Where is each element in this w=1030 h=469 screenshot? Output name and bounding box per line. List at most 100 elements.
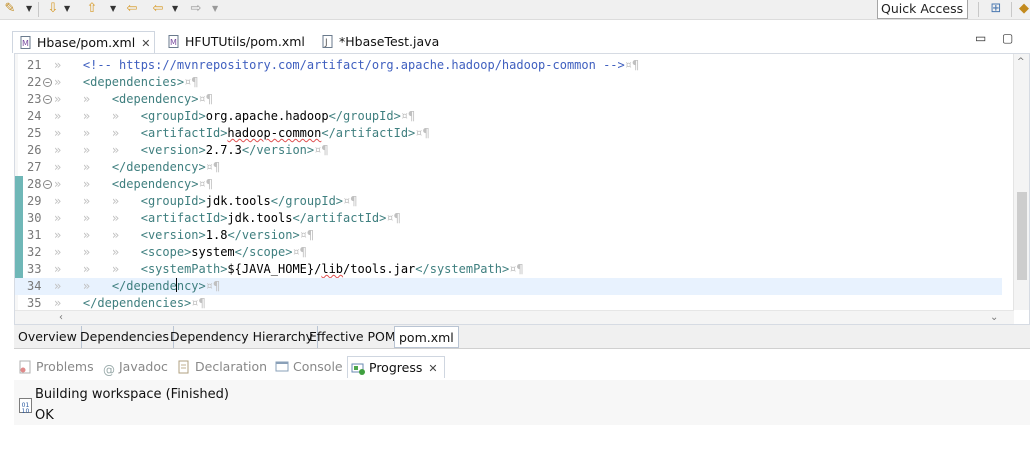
toolbar-separator xyxy=(978,2,979,17)
close-icon[interactable]: ✕ xyxy=(141,33,150,54)
whitespace-tab-marker: » xyxy=(54,279,83,293)
next-annotation-icon[interactable]: ⇩ xyxy=(45,1,61,17)
code-line[interactable]: 27 » » </dependency>¤¶ xyxy=(15,159,1002,176)
whitespace-tab-marker: » xyxy=(54,58,83,72)
scroll-thumb[interactable] xyxy=(1017,192,1027,280)
code-line[interactable]: 34 » » </dependency>¤¶ xyxy=(15,278,1002,295)
line-end-marker: ¤¶ xyxy=(400,109,416,123)
maximize-icon[interactable]: ▢ xyxy=(1002,31,1013,45)
editor-tab-bar: M Hbase/pom.xml ✕ M HFUTUtils/pom.xml J *… xyxy=(12,31,1030,53)
forward-icon[interactable]: ⇨ xyxy=(188,1,204,17)
whitespace-tab-marker: » xyxy=(82,262,112,276)
fold-toggle-icon[interactable]: − xyxy=(43,95,52,104)
back-icon[interactable]: ⇦ xyxy=(150,1,166,17)
previous-annotation-icon[interactable]: ⇧ xyxy=(84,1,100,17)
tab-hbasetest-java[interactable]: J *HbaseTest.java xyxy=(320,31,439,53)
code-line[interactable]: 33 » » » <systemPath>${JAVA_HOME}/lib/too… xyxy=(15,261,1002,278)
line-number: 24 xyxy=(27,109,42,123)
line-number: 30 xyxy=(27,211,42,225)
whitespace-tab-marker: » xyxy=(54,160,83,174)
whitespace-tab-marker: » xyxy=(54,177,83,191)
tab-console[interactable]: Console xyxy=(275,356,343,378)
line-code: » » </dependency>¤¶ xyxy=(54,278,220,295)
tab-effective-pom[interactable]: Effective POM xyxy=(305,326,401,348)
tab-overview[interactable]: Overview xyxy=(14,326,82,348)
vertical-scrollbar[interactable]: ^ xyxy=(1013,54,1029,310)
code-line[interactable]: 29 » » » <groupId>jdk.tools</groupId>¤¶ xyxy=(15,193,1002,210)
code-area[interactable]: 21 » <!-- https://mvnrepository.com/artif… xyxy=(15,57,1002,312)
minimize-icon[interactable]: ▭ xyxy=(975,31,986,45)
javadoc-icon: @ xyxy=(103,363,115,377)
code-line[interactable]: 22−» <dependencies>¤¶ xyxy=(15,74,1002,91)
tab-dependency-hierarchy[interactable]: Dependency Hierarchy xyxy=(166,326,319,348)
chevron-down-icon[interactable]: ▼ xyxy=(110,2,116,16)
code-line[interactable]: 32 » » » <scope>system</scope>¤¶ xyxy=(15,244,1002,261)
xml-file-icon: M xyxy=(168,33,180,48)
build-task-icon: 01 10 xyxy=(19,398,32,415)
xml-text: 2.7.3 xyxy=(205,143,242,157)
tab-dependencies[interactable]: Dependencies xyxy=(76,326,174,348)
chevron-down-icon[interactable]: ▼ xyxy=(212,2,218,16)
line-number: 21 xyxy=(27,58,42,72)
tab-hfututils-pom[interactable]: M HFUTUtils/pom.xml xyxy=(164,31,305,53)
line-number: 26 xyxy=(27,143,42,157)
chevron-down-icon[interactable]: ▼ xyxy=(26,2,32,16)
line-code: » » » <systemPath>${JAVA_HOME}/lib/tools… xyxy=(54,261,524,278)
tab-hbase-pom[interactable]: M Hbase/pom.xml ✕ xyxy=(12,31,155,53)
whitespace-tab-marker: » xyxy=(82,211,112,225)
chevron-down-icon[interactable]: ▼ xyxy=(64,2,70,16)
progress-view: 01 10 Building workspace (Finished) OK xyxy=(14,380,1030,425)
line-end-marker: ¤¶ xyxy=(386,211,401,225)
line-end-marker: ¤¶ xyxy=(292,245,307,259)
xml-tag: <dependencies> xyxy=(82,75,185,89)
line-end-marker: ¤¶ xyxy=(198,177,213,191)
last-edit-location-icon[interactable]: ⇦ xyxy=(124,1,140,17)
line-number: 28 xyxy=(27,177,42,191)
line-code: » » </dependency>¤¶ xyxy=(54,159,220,176)
line-end-marker: ¤¶ xyxy=(184,75,199,89)
line-code: » » » <version>2.7.3</version>¤¶ xyxy=(54,142,329,159)
fold-toggle-icon[interactable]: − xyxy=(43,180,52,189)
code-line[interactable]: 25 » » » <artifactId>hadoop-common</artif… xyxy=(15,125,1002,142)
tab-pom-xml[interactable]: pom.xml xyxy=(394,326,459,348)
chevron-down-icon[interactable]: ▼ xyxy=(172,2,178,16)
open-perspective-icon[interactable]: ⊞ xyxy=(988,1,1004,17)
scroll-right-icon[interactable]: ⌄ xyxy=(990,311,998,324)
tab-declaration[interactable]: Declaration xyxy=(177,356,267,378)
code-line[interactable]: 24 » » » <groupId>org.apache.hadoop</grou… xyxy=(15,108,1002,125)
scroll-up-icon[interactable]: ^ xyxy=(1017,57,1025,67)
quick-access-input[interactable]: Quick Access xyxy=(877,0,968,19)
code-line[interactable]: 21 » <!-- https://mvnrepository.com/artif… xyxy=(15,57,1002,74)
line-end-marker: ¤¶ xyxy=(415,126,430,140)
close-icon[interactable]: ✕ xyxy=(428,358,437,380)
code-line[interactable]: 28−» » <dependency>¤¶ xyxy=(15,176,1002,193)
whitespace-tab-marker: » xyxy=(82,92,112,106)
tab-javadoc[interactable]: @ Javadoc xyxy=(103,356,168,378)
whitespace-tab-marker: » xyxy=(82,245,112,259)
tab-progress[interactable]: Progress ✕ xyxy=(347,356,445,378)
horizontal-scrollbar[interactable]: ‹ ⌄ xyxy=(15,310,1014,324)
xml-tag: <artifactId> xyxy=(140,211,228,225)
fold-toggle-icon[interactable]: − xyxy=(43,78,52,87)
whitespace-tab-marker: » xyxy=(111,109,141,123)
code-line[interactable]: 31 » » » <version>1.8</version>¤¶ xyxy=(15,227,1002,244)
pom-xml-editor[interactable]: 21 » <!-- https://mvnrepository.com/artif… xyxy=(14,53,1030,325)
svg-text:M: M xyxy=(22,39,29,48)
whitespace-tab-marker: » xyxy=(54,296,83,310)
code-line[interactable]: 23−» » <dependency>¤¶ xyxy=(15,91,1002,108)
tab-problems[interactable]: Problems xyxy=(18,356,94,378)
svg-text:M: M xyxy=(170,38,177,47)
scroll-left-icon[interactable]: ‹ xyxy=(59,311,63,324)
whitespace-tab-marker: » xyxy=(111,143,141,157)
xml-tag: <systemPath> xyxy=(140,262,228,276)
java-perspective-icon[interactable]: ◆ xyxy=(1016,1,1030,17)
tab-label: Progress xyxy=(369,360,423,375)
declaration-icon xyxy=(177,359,191,374)
code-line[interactable]: 30 » » » <artifactId>jdk.tools</artifactI… xyxy=(15,210,1002,227)
wand-icon[interactable]: ✎ xyxy=(2,1,18,17)
line-code: » <dependencies>¤¶ xyxy=(54,74,199,91)
line-code: » » » <artifactId>jdk.tools</artifactId>… xyxy=(54,210,401,227)
code-line[interactable]: 26 » » » <version>2.7.3</version>¤¶ xyxy=(15,142,1002,159)
xml-file-icon: M xyxy=(20,34,32,49)
problems-icon xyxy=(18,359,32,374)
